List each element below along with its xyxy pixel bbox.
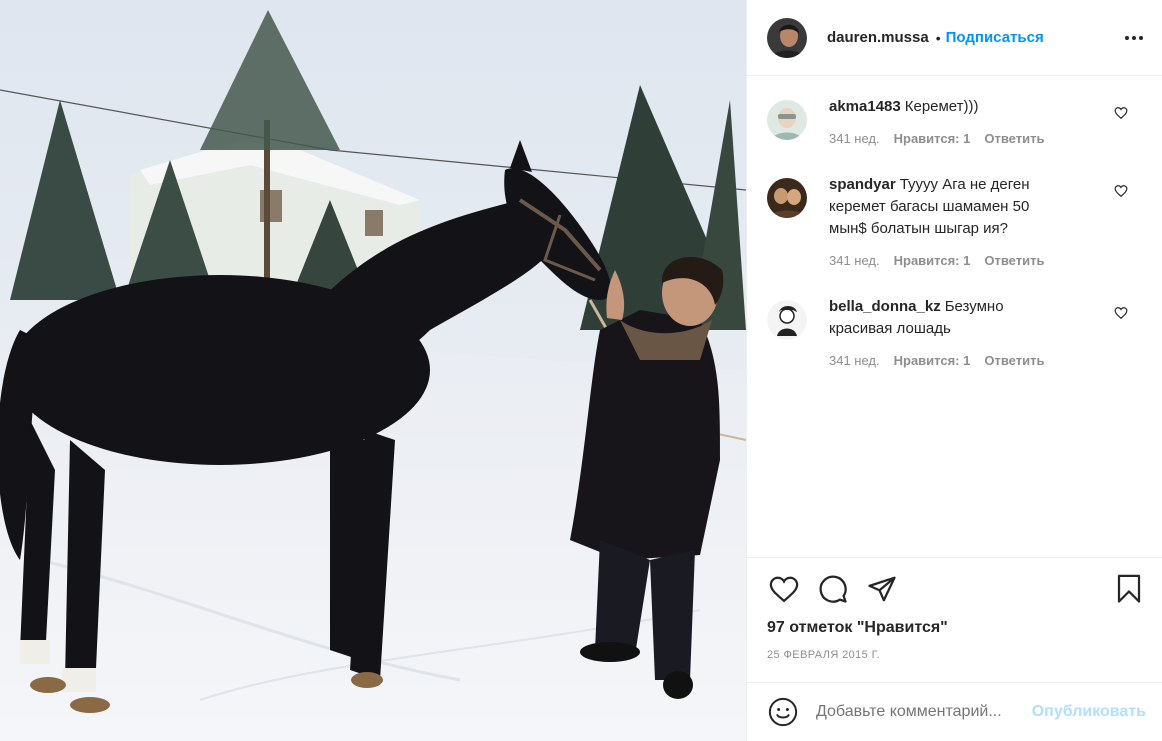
reply-button[interactable]: Ответить — [984, 353, 1044, 368]
emoji-icon[interactable] — [767, 696, 799, 728]
more-icon[interactable] — [1122, 26, 1146, 50]
separator-dot: • — [935, 29, 941, 46]
publish-button[interactable]: Опубликовать — [1032, 703, 1146, 721]
comment-heart-icon[interactable] — [1114, 106, 1130, 122]
comment-username[interactable]: bella_donna_kz — [829, 298, 941, 315]
post-date[interactable]: 25 ФЕВРАЛЯ 2015 Г. — [767, 649, 1146, 661]
comment-input[interactable] — [816, 703, 1026, 721]
commenter-avatar[interactable] — [767, 178, 807, 218]
comment-icon[interactable] — [816, 572, 850, 606]
comment-item: spandyar Туууу Ага не деген керемет багас… — [767, 162, 1146, 284]
author-avatar[interactable] — [767, 17, 807, 58]
follow-button[interactable]: Подписаться — [946, 29, 1044, 46]
post-side-panel: dauren.mussa • Подписаться akma1483 Керем… — [746, 0, 1162, 741]
comment-item: akma1483 Керемет))) 341 нед. Нравится: 1 … — [767, 84, 1146, 162]
comment-text: Керемет))) — [904, 98, 979, 115]
comment-heart-icon[interactable] — [1114, 306, 1130, 322]
comment-item: bella_donna_kz Безумно красивая лошадь 34… — [767, 284, 1146, 384]
comment-age[interactable]: 341 нед. — [829, 353, 880, 368]
comment-likes-count[interactable]: Нравится: 1 — [894, 353, 971, 368]
comment-age[interactable]: 341 нед. — [829, 253, 880, 268]
author-username[interactable]: dauren.mussa — [827, 29, 929, 46]
post-actions: 97 отметок "Нравится" 25 ФЕВРАЛЯ 2015 Г. — [747, 557, 1162, 661]
post-photo[interactable] — [0, 0, 746, 741]
post-header: dauren.mussa • Подписаться — [747, 0, 1162, 76]
comments-list[interactable]: akma1483 Керемет))) 341 нед. Нравится: 1 … — [747, 84, 1162, 556]
likes-count[interactable]: 97 отметок "Нравится" — [767, 619, 1146, 637]
send-icon[interactable] — [865, 572, 899, 606]
reply-button[interactable]: Ответить — [984, 253, 1044, 268]
comment-likes-count[interactable]: Нравится: 1 — [894, 253, 971, 268]
comment-age[interactable]: 341 нед. — [829, 131, 880, 146]
heart-icon[interactable] — [767, 572, 801, 606]
reply-button[interactable]: Ответить — [984, 131, 1044, 146]
add-comment-bar: Опубликовать — [747, 682, 1162, 741]
bookmark-icon[interactable] — [1112, 572, 1146, 606]
commenter-avatar[interactable] — [767, 100, 807, 140]
comment-likes-count[interactable]: Нравится: 1 — [894, 131, 971, 146]
commenter-avatar[interactable] — [767, 300, 807, 340]
horse-photo-image — [0, 0, 746, 741]
comment-username[interactable]: spandyar — [829, 176, 896, 193]
comment-username[interactable]: akma1483 — [829, 98, 901, 115]
comment-heart-icon[interactable] — [1114, 184, 1130, 200]
action-icons-row — [767, 572, 1146, 606]
